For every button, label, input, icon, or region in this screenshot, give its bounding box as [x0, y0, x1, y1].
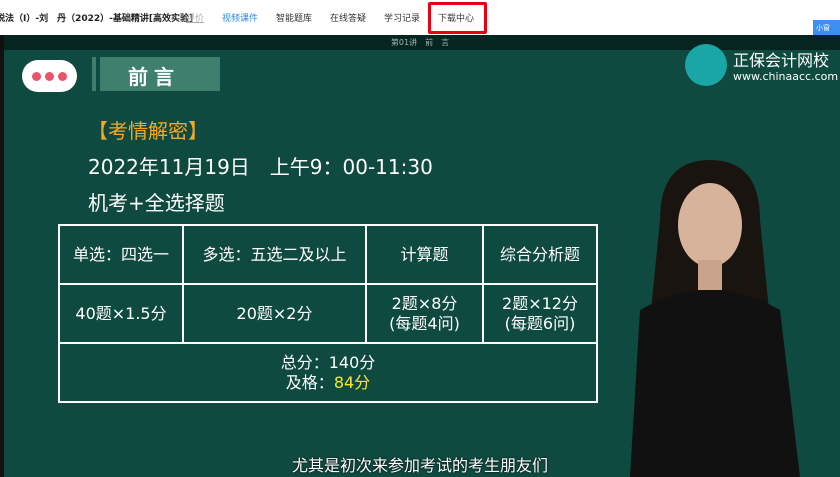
cell-main: 2题×8分: [391, 293, 458, 313]
table-cell: 2题×12分 (每题6问): [482, 283, 598, 344]
brand-url: www.chinaacc.com: [733, 70, 839, 83]
tab-video[interactable]: 视频课件: [222, 11, 258, 24]
video-subtitle: 尤其是初次来参加考试的考生朋友们: [291, 456, 548, 475]
pass-value: 84分: [333, 372, 371, 392]
table-header: 多选：五选二及以上: [182, 224, 367, 285]
top-nav: 税法（I）-刘 丹（2022）-基础精讲[高效实验] 评价 视频课件 智能题库 …: [0, 0, 840, 35]
brand-name: 正保会计网校: [733, 51, 830, 70]
tab-study-record[interactable]: 学习记录: [384, 11, 420, 24]
exam-format: 机考+全选择题: [88, 191, 225, 215]
cell-sub: (每题6问): [504, 313, 576, 333]
exam-date: 2022年11月19日 上午9：00-11:30: [88, 155, 433, 179]
cell-main: 2题×12分: [502, 293, 578, 313]
lecture-label: 第01讲 前 言: [390, 38, 450, 47]
slide-title: 前言: [92, 57, 220, 91]
rate-link[interactable]: 评价: [186, 11, 204, 24]
table-header: 综合分析题: [482, 224, 598, 285]
cell-sub: (每题4问): [389, 313, 460, 333]
table-cell: 40题×1.5分: [58, 283, 184, 344]
slide-heading: 【考情解密】: [88, 119, 208, 143]
course-title: 税法（I）-刘 丹（2022）-基础精讲[高效实验]: [0, 14, 194, 24]
table-header: 单选：四选一: [58, 224, 184, 285]
presenter-figure: [630, 160, 800, 477]
score-table: 单选：四选一 多选：五选二及以上 计算题 综合分析题 40题×1.5分 20题×…: [58, 224, 598, 403]
mini-window-button[interactable]: 小窗: [813, 20, 840, 35]
left-edge: [0, 35, 4, 477]
table-header: 计算题: [365, 224, 484, 285]
table-cell: 2题×8分 (每题4问): [365, 283, 484, 344]
table-cell: 20题×2分: [182, 283, 367, 344]
highlight-box: [428, 2, 487, 34]
chinaacc-logo-icon: [685, 44, 727, 86]
total-score: 总分：140分: [280, 352, 376, 372]
chat-bubble-icon: [22, 60, 77, 92]
tab-question-bank[interactable]: 智能题库: [276, 11, 312, 24]
tab-online-qa[interactable]: 在线答疑: [330, 11, 366, 24]
pass-label: 及格：: [285, 372, 334, 392]
table-total: 总分：140分 及格：84分: [58, 342, 598, 403]
